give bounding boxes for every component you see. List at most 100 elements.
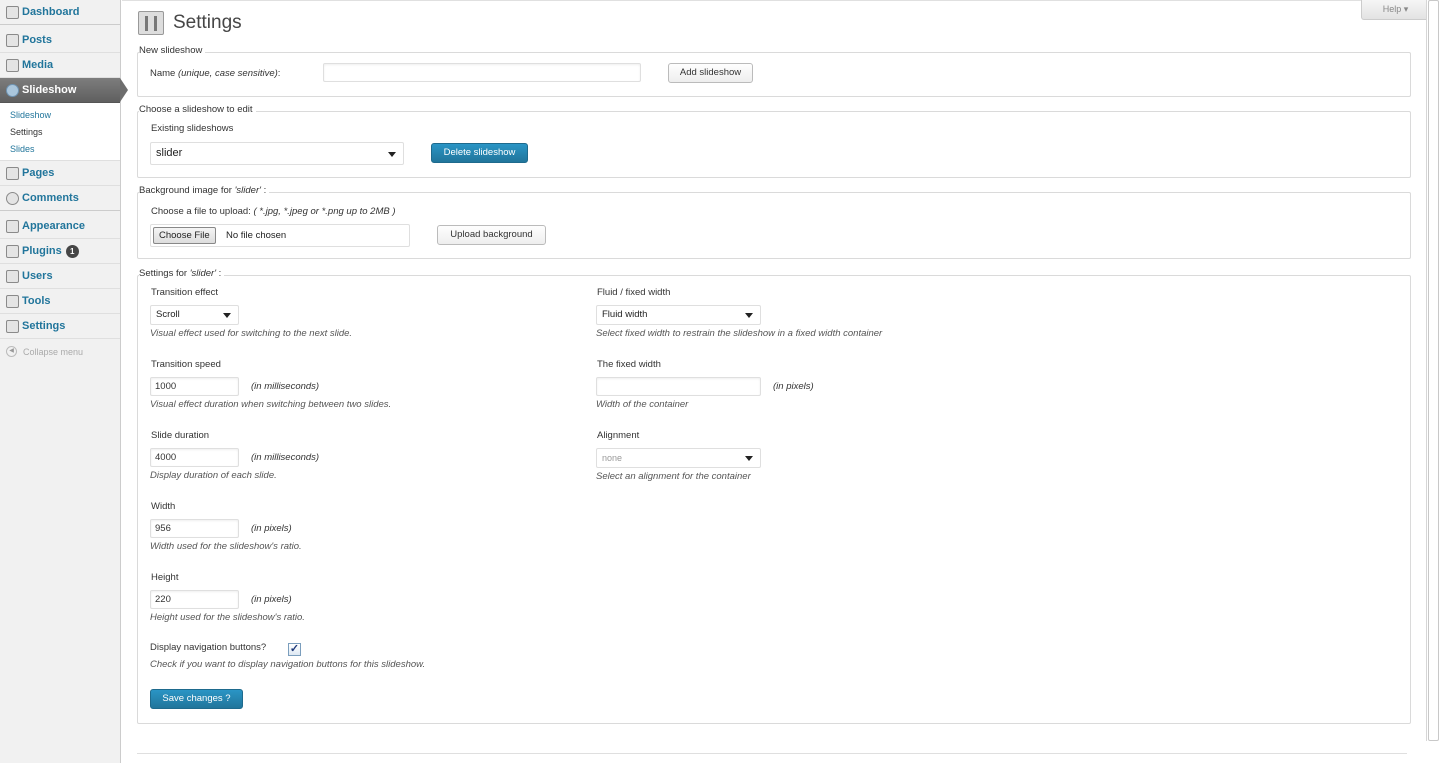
height-input[interactable]	[150, 590, 239, 609]
sidebar-item-label: Settings	[22, 320, 66, 332]
sliders-icon	[6, 319, 19, 333]
settings-page-icon	[138, 11, 164, 35]
transition-effect-select[interactable]: Scroll	[150, 305, 239, 325]
fluid-width-select[interactable]: Fluid width	[596, 305, 761, 325]
transition-effect-desc: Visual effect used for switching to the …	[150, 328, 353, 339]
sidebar-item-label: Tools	[22, 295, 51, 307]
new-slideshow-section: New slideshow Name (unique, case sensiti…	[137, 45, 1411, 97]
settings-legend-name: 'slider'	[189, 268, 217, 279]
dashboard-icon	[6, 5, 19, 19]
plugins-update-badge: 1	[65, 244, 79, 258]
settings-legend-prefix: Settings for	[139, 268, 190, 279]
slide-duration-desc: Display duration of each slide.	[150, 470, 277, 481]
users-icon	[6, 269, 19, 283]
media-icon	[6, 58, 19, 72]
upload-label: Choose a file to upload: ( *.jpg, *.jpeg…	[151, 206, 396, 217]
alignment-label: Alignment	[597, 430, 640, 441]
page-icon	[6, 166, 19, 180]
sidebar-item-appearance[interactable]: Appearance	[0, 214, 120, 239]
top-divider	[122, 0, 1440, 1]
width-desc: Width used for the slideshow's ratio.	[150, 541, 302, 552]
choose-slideshow-legend: Choose a slideshow to edit	[139, 104, 256, 115]
sidebar-item-posts[interactable]: Posts	[0, 28, 120, 53]
delete-slideshow-button[interactable]: Delete slideshow	[431, 143, 528, 163]
alignment-desc: Select an alignment for the container	[596, 471, 751, 482]
admin-sidebar: Dashboard Posts Media Slideshow Slidesho…	[0, 0, 128, 763]
background-image-section: Background image for 'slider' : Choose a…	[137, 185, 1411, 259]
fixed-width-input[interactable]	[596, 377, 761, 396]
sidebar-item-slideshow[interactable]: Slideshow	[0, 78, 128, 103]
sidebar-item-label: Pages	[22, 167, 55, 179]
sidebar-item-users[interactable]: Users	[0, 264, 120, 289]
footer-divider	[137, 753, 1407, 754]
sidebar-item-tools[interactable]: Tools	[0, 289, 120, 314]
transition-effect-label: Transition effect	[151, 287, 219, 298]
choose-file-button[interactable]: Choose File	[153, 227, 216, 244]
sidebar-item-label: Slideshow	[22, 84, 77, 96]
fixed-width-label: The fixed width	[597, 359, 661, 370]
alignment-select[interactable]: none	[596, 448, 761, 468]
sidebar-item-label: Media	[22, 59, 54, 71]
collapse-menu-button[interactable]: ◀ Collapse menu	[0, 339, 120, 364]
collapse-arrow-icon: ◀	[6, 346, 17, 357]
nav-buttons-label: Display navigation buttons?	[150, 642, 267, 653]
background-file-input[interactable]: Choose File No file chosen	[150, 224, 410, 247]
background-legend-prefix: Background image for	[139, 185, 235, 196]
name-label-text: Name	[150, 68, 176, 79]
transition-speed-unit: (in milliseconds)	[251, 381, 320, 392]
transition-speed-label: Transition speed	[151, 359, 221, 370]
wrench-icon	[6, 294, 19, 308]
height-unit: (in pixels)	[251, 594, 292, 605]
existing-slideshows-select[interactable]: slider	[150, 142, 404, 165]
slide-duration-input[interactable]	[150, 448, 239, 467]
submenu-item-settings[interactable]: Settings	[10, 124, 120, 141]
width-unit: (in pixels)	[251, 523, 292, 534]
chevron-down-icon	[223, 313, 231, 318]
width-input[interactable]	[150, 519, 239, 538]
sidebar-item-label: Dashboard	[22, 6, 80, 18]
help-tab-button[interactable]: Help ▾	[1361, 0, 1430, 20]
transition-speed-input[interactable]	[150, 377, 239, 396]
submenu-item-slideshow[interactable]: Slideshow	[10, 107, 120, 124]
upload-label-text: Choose a file to upload:	[151, 206, 251, 217]
existing-slideshows-value: slider	[156, 147, 183, 159]
existing-slideshows-label: Existing slideshows	[151, 123, 234, 134]
sidebar-item-label: Comments	[22, 192, 79, 204]
page-header: Settings	[138, 11, 242, 35]
speech-bubble-icon	[6, 191, 19, 205]
nav-buttons-checkbox[interactable]: ✓	[288, 643, 301, 656]
fixed-width-desc: Width of the container	[596, 399, 689, 410]
upload-background-button[interactable]: Upload background	[437, 225, 546, 245]
slideshow-submenu: Slideshow Settings Slides	[0, 103, 120, 161]
sidebar-item-media[interactable]: Media	[0, 53, 120, 78]
name-hint: (unique, case sensitive)	[177, 68, 278, 79]
plug-icon	[6, 244, 19, 258]
add-slideshow-button[interactable]: Add slideshow	[668, 63, 753, 83]
vertical-scrollbar[interactable]	[1426, 0, 1440, 741]
sidebar-item-plugins[interactable]: Plugins 1	[0, 239, 120, 264]
sidebar-item-label: Plugins	[22, 245, 62, 257]
sidebar-item-settings[interactable]: Settings	[0, 314, 120, 339]
nav-buttons-desc: Check if you want to display navigation …	[150, 659, 426, 670]
main-content: Settings Help ▾ New slideshow Name (uniq…	[122, 0, 1440, 763]
new-slideshow-legend: New slideshow	[139, 45, 206, 56]
sidebar-item-comments[interactable]: Comments	[0, 186, 120, 211]
upload-hint: ( *.jpg, *.jpeg or *.png up to 2MB )	[253, 206, 396, 217]
slideshow-name-input[interactable]	[323, 63, 641, 82]
submenu-item-slides[interactable]: Slides	[10, 141, 120, 158]
sidebar-item-dashboard[interactable]: Dashboard	[0, 0, 120, 25]
no-file-chosen-text: No file chosen	[226, 230, 287, 241]
collapse-menu-label: Collapse menu	[23, 346, 84, 357]
sidebar-item-label: Appearance	[22, 220, 85, 232]
slide-duration-unit: (in milliseconds)	[251, 452, 320, 463]
save-changes-button[interactable]: Save changes ?	[150, 689, 243, 709]
fixed-width-unit: (in pixels)	[773, 381, 814, 392]
fluid-width-desc: Select fixed width to restrain the slide…	[596, 328, 883, 339]
sidebar-item-label: Users	[22, 270, 53, 282]
background-legend-suffix: :	[260, 185, 267, 196]
name-colon: :	[277, 68, 281, 79]
name-label: Name (unique, case sensitive):	[150, 68, 280, 79]
height-label: Height	[151, 572, 179, 583]
page-title: Settings	[173, 12, 242, 33]
sidebar-item-pages[interactable]: Pages	[0, 161, 120, 186]
